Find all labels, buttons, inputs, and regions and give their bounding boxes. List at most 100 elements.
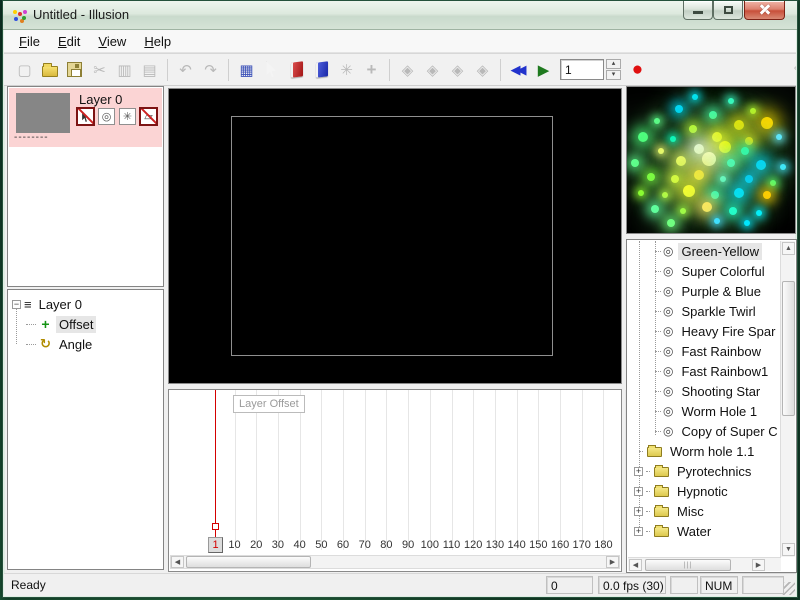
- expand-box[interactable]: +: [634, 527, 643, 536]
- tree-item-angle[interactable]: ↻Angle: [8, 334, 163, 354]
- pointer-tool-button[interactable]: [259, 57, 284, 82]
- preset-item[interactable]: ◎Shooting Star: [628, 381, 780, 401]
- library-icon: ▦: [239, 61, 253, 79]
- maximize-button[interactable]: [713, 1, 743, 20]
- spin-up-button[interactable]: ▴: [606, 59, 621, 69]
- rewind-button[interactable]: ◀◀: [506, 57, 531, 82]
- frame-value[interactable]: 1: [560, 59, 604, 80]
- menu-file[interactable]: File: [10, 31, 49, 52]
- particle: [658, 148, 664, 154]
- frame-spinbox[interactable]: 1▴▾: [560, 59, 621, 80]
- no-select-button[interactable]: [77, 108, 94, 125]
- preset-label: Worm hole 1.1: [667, 443, 757, 460]
- preset-item[interactable]: ◎Worm Hole 1: [628, 401, 780, 421]
- preset-item[interactable]: ◎Copy of Super C: [628, 421, 780, 441]
- status-message: Ready: [11, 578, 46, 592]
- preset-item[interactable]: ◎Heavy Fire Spar: [628, 321, 780, 341]
- open-button[interactable]: [37, 57, 62, 82]
- redo-icon: ↷: [204, 61, 217, 79]
- preset-item[interactable]: ◎Green-Yellow: [628, 241, 780, 261]
- status-fps: 0.0 fps (30): [598, 576, 666, 594]
- save-button[interactable]: [62, 57, 87, 82]
- frame-spinner: ▴▾: [606, 59, 621, 80]
- new-button[interactable]: ▢: [12, 57, 37, 82]
- spin-down-button[interactable]: ▾: [606, 70, 621, 80]
- emitter-blue-button[interactable]: [309, 57, 334, 82]
- preset-item[interactable]: ◎Purple & Blue: [628, 281, 780, 301]
- scroll-thumb[interactable]: [782, 281, 795, 416]
- preset-label: Shooting Star: [678, 383, 763, 400]
- play-button[interactable]: ▶: [531, 57, 556, 82]
- move-tool-button[interactable]: +: [359, 57, 384, 82]
- particle: [712, 132, 722, 142]
- scroll-thumb[interactable]: [186, 556, 311, 568]
- key-down-icon: ◈: [452, 61, 464, 79]
- stage-canvas[interactable]: [168, 88, 622, 384]
- preset-item[interactable]: +Misc: [628, 501, 780, 521]
- menu-view[interactable]: View: [89, 31, 135, 52]
- scroll-down-button[interactable]: ▼: [782, 543, 795, 556]
- cut-icon: ✂: [93, 61, 106, 79]
- minimize-button[interactable]: [683, 1, 713, 20]
- scroll-left-button[interactable]: ◀: [171, 556, 184, 568]
- particle: [750, 108, 756, 114]
- status-bar: Ready 00.0 fps (30)NUM: [4, 573, 796, 596]
- tree-item-offset[interactable]: +Offset: [8, 314, 163, 334]
- scroll-left-button[interactable]: ◀: [629, 559, 642, 571]
- particle: [651, 205, 659, 213]
- close-button[interactable]: [744, 1, 785, 20]
- key-up-button[interactable]: ◈: [420, 57, 445, 82]
- angle-icon: ↻: [38, 336, 53, 352]
- preset-item[interactable]: ◎Fast Rainbow: [628, 341, 780, 361]
- layer-row[interactable]: Layer 0 ◎✳▱ --------: [9, 88, 162, 147]
- key-prev-button[interactable]: ◈: [395, 57, 420, 82]
- cut-button[interactable]: ✂: [87, 57, 112, 82]
- current-frame-indicator[interactable]: 1: [208, 537, 223, 553]
- undo-button[interactable]: ↶: [173, 57, 198, 82]
- scroll-right-button[interactable]: ▶: [752, 559, 765, 571]
- scroll-thumb[interactable]: |||: [645, 559, 731, 571]
- key-down-button[interactable]: ◈: [445, 57, 470, 82]
- menu-edit[interactable]: Edit: [49, 31, 89, 52]
- keyframe-marker[interactable]: [212, 523, 219, 530]
- paste-button[interactable]: ▤: [137, 57, 162, 82]
- sparkle-tool-button[interactable]: ✳: [334, 57, 359, 82]
- frame-tick-label: 110: [440, 539, 464, 551]
- scroll-up-button[interactable]: ▲: [782, 242, 795, 255]
- tree-item-layer0[interactable]: −≡Layer 0: [8, 294, 163, 314]
- target-button[interactable]: ◎: [98, 108, 115, 125]
- library-button[interactable]: ▦: [234, 57, 259, 82]
- expand-box[interactable]: +: [634, 467, 643, 476]
- presets-vscrollbar[interactable]: ▲ ▼: [780, 241, 795, 557]
- preset-item[interactable]: ◎Fast Rainbow1: [628, 361, 780, 381]
- redo-button[interactable]: ↷: [198, 57, 223, 82]
- preset-label: Heavy Fire Spar: [678, 323, 778, 340]
- preset-item[interactable]: Worm hole 1.1: [628, 441, 780, 461]
- tree-connector: [646, 491, 650, 492]
- preset-item[interactable]: ◎Sparkle Twirl: [628, 301, 780, 321]
- preset-item[interactable]: + Pyrotechnics: [628, 461, 780, 481]
- paste-icon: ▤: [142, 61, 156, 79]
- emitter-red-button[interactable]: [284, 57, 309, 82]
- record-icon: ●: [632, 59, 643, 81]
- no-render-button[interactable]: ▱: [140, 108, 157, 125]
- preset-label: Pyrotechnics: [674, 463, 754, 480]
- preset-item[interactable]: ◎Super Colorful: [628, 261, 780, 281]
- star-button[interactable]: ✳: [119, 108, 136, 125]
- expand-box[interactable]: +: [634, 487, 643, 496]
- key-next-button[interactable]: ◈: [470, 57, 495, 82]
- tree-guide-line: [16, 308, 17, 344]
- timeline-hscrollbar[interactable]: ◀ ▶: [170, 555, 620, 569]
- particle: [734, 188, 744, 198]
- scroll-right-button[interactable]: ▶: [606, 556, 619, 568]
- record-button[interactable]: ●: [625, 57, 650, 82]
- presets-hscrollbar[interactable]: ◀ ||| ▶: [628, 557, 781, 571]
- particle: [729, 207, 737, 215]
- titlebar[interactable]: Untitled - Illusion: [3, 1, 797, 30]
- menu-help[interactable]: Help: [135, 31, 180, 52]
- preset-item[interactable]: +Water: [628, 521, 780, 541]
- timeline-panel[interactable]: Layer Offset 1 ◀ ▶ 102030405060708090100…: [168, 389, 622, 572]
- preset-item[interactable]: +Hypnotic: [628, 481, 780, 501]
- expand-box[interactable]: +: [634, 507, 643, 516]
- copy-button[interactable]: ▥: [112, 57, 137, 82]
